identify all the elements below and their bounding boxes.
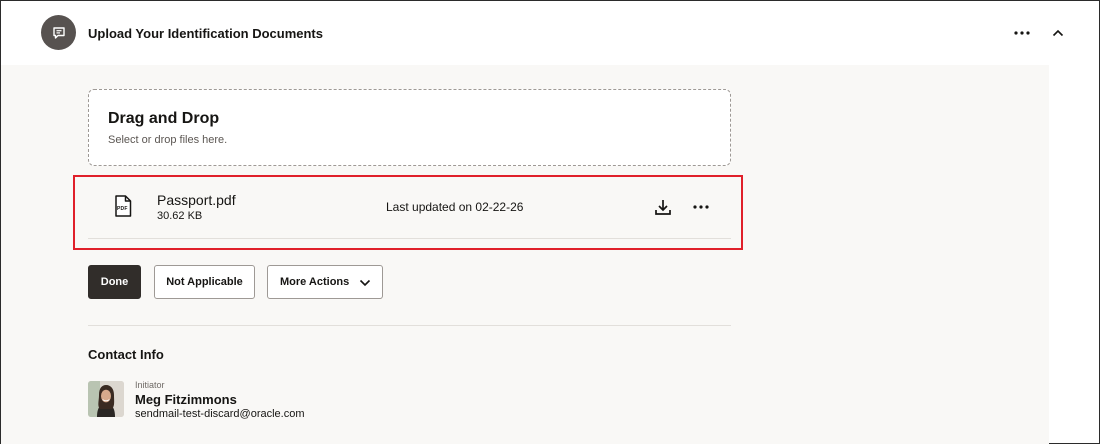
app-frame: Upload Your Identification Documents Dra… bbox=[0, 0, 1100, 444]
collapse-button[interactable] bbox=[1047, 21, 1069, 45]
file-updated-date: Last updated on 02-22-26 bbox=[386, 200, 524, 214]
pdf-file-icon: PDF bbox=[114, 195, 132, 217]
not-applicable-button[interactable]: Not Applicable bbox=[154, 265, 255, 299]
more-actions-label: More Actions bbox=[280, 276, 350, 288]
file-drop-zone[interactable]: Drag and Drop Select or drop files here. bbox=[88, 89, 731, 166]
comment-icon bbox=[41, 15, 76, 50]
chevron-down-icon bbox=[359, 279, 371, 287]
contact-info-heading: Contact Info bbox=[88, 347, 164, 362]
pdf-icon-label: PDF bbox=[117, 206, 128, 212]
more-horizontal-icon bbox=[1014, 31, 1030, 35]
drop-zone-title: Drag and Drop bbox=[108, 110, 220, 127]
task-header: Upload Your Identification Documents bbox=[1, 1, 1099, 65]
download-icon bbox=[655, 200, 671, 215]
page-title: Upload Your Identification Documents bbox=[88, 26, 323, 41]
contact-email: sendmail-test-discard@oracle.com bbox=[135, 408, 305, 420]
drop-zone-subtitle: Select or drop files here. bbox=[108, 134, 228, 146]
done-button[interactable]: Done bbox=[88, 265, 141, 299]
more-actions-button[interactable]: More Actions bbox=[267, 265, 383, 299]
more-options-button[interactable] bbox=[1009, 21, 1035, 45]
file-size: 30.62 KB bbox=[157, 210, 203, 222]
file-list-item: PDF Passport.pdf 30.62 KB Last updated o… bbox=[88, 175, 731, 239]
avatar bbox=[88, 381, 124, 417]
section-divider bbox=[88, 325, 731, 326]
more-horizontal-icon bbox=[693, 205, 709, 209]
contact-role: Initiator bbox=[135, 380, 165, 390]
contact-name: Meg Fitzimmons bbox=[135, 392, 237, 407]
file-name[interactable]: Passport.pdf bbox=[157, 192, 236, 208]
file-more-button[interactable] bbox=[688, 195, 714, 219]
chevron-up-icon bbox=[1052, 29, 1064, 37]
task-body: Drag and Drop Select or drop files here.… bbox=[1, 65, 1049, 444]
download-button[interactable] bbox=[651, 195, 675, 219]
